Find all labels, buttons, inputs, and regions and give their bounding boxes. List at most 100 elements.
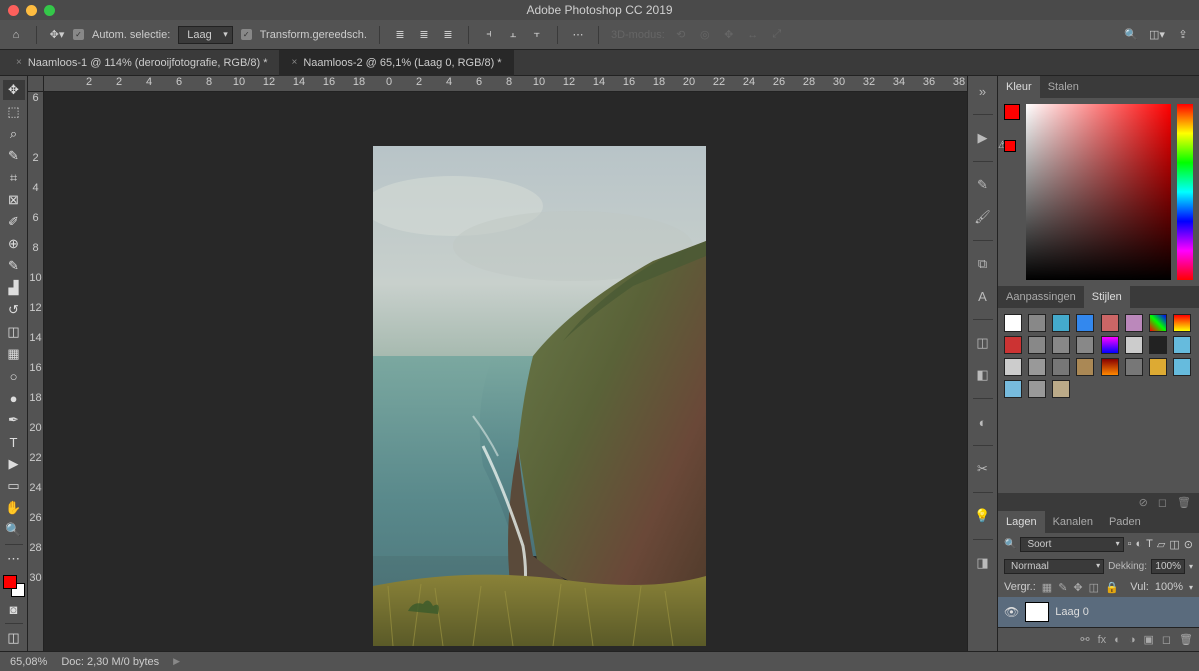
align-center-h-icon[interactable]: ≣ — [416, 27, 432, 43]
frame-tool[interactable]: ⊠ — [3, 190, 25, 210]
learn-icon[interactable]: ◧ — [974, 366, 992, 384]
document-canvas[interactable] — [373, 146, 706, 646]
opacity-input[interactable]: 100% — [1151, 559, 1185, 574]
search-icon[interactable]: 🔍 — [1123, 27, 1139, 43]
style-swatch[interactable] — [1125, 358, 1143, 376]
style-swatch[interactable] — [1173, 314, 1191, 332]
properties-icon[interactable]: ◐ — [974, 413, 992, 431]
lock-artboard-icon[interactable]: ◫ — [1089, 581, 1099, 594]
ruler-vertical[interactable]: 624681012141618202224262830 — [28, 92, 44, 651]
style-swatch[interactable] — [1004, 336, 1022, 354]
history-brush-tool[interactable]: ↺ — [3, 300, 25, 320]
blur-tool[interactable]: ○ — [3, 366, 25, 386]
style-swatch[interactable] — [1125, 314, 1143, 332]
crop-tool[interactable]: ⌗ — [3, 168, 25, 188]
home-icon[interactable]: ⌂ — [8, 27, 24, 43]
blend-mode-dropdown[interactable]: Normaal — [1004, 559, 1104, 574]
layer-name[interactable]: Laag 0 — [1055, 606, 1089, 618]
eraser-tool[interactable]: ◫ — [3, 322, 25, 342]
canvas-area[interactable]: 2246810121416180246810121416182022242628… — [28, 76, 967, 651]
lock-transparent-icon[interactable]: ▦ — [1042, 581, 1052, 594]
layer-row[interactable]: 👁 Laag 0 — [998, 597, 1199, 627]
align-right-icon[interactable]: ≣ — [440, 27, 456, 43]
clear-icon[interactable]: ⊘ — [1139, 496, 1148, 509]
clone-source-icon[interactable]: ⧉ — [974, 255, 992, 273]
visibility-icon[interactable]: 👁 — [1004, 605, 1019, 619]
lock-pixels-icon[interactable]: ✎ — [1058, 581, 1067, 594]
style-swatch[interactable] — [1052, 358, 1070, 376]
align-bottom-icon[interactable]: ⫟ — [529, 27, 545, 43]
style-swatch[interactable] — [1004, 358, 1022, 376]
filter-toggle-icon[interactable]: ⊙ — [1184, 538, 1193, 551]
path-select-tool[interactable]: ▶ — [3, 454, 25, 474]
style-swatch[interactable] — [1004, 380, 1022, 398]
tab-doc-2[interactable]: ×Naamloos-2 @ 65,1% (Laag 0, RGB/8) * — [279, 50, 513, 76]
brushes-icon[interactable]: 🖌 — [974, 208, 992, 226]
navigator-icon[interactable]: ◨ — [974, 554, 992, 572]
maximize-window[interactable] — [44, 5, 55, 16]
healing-tool[interactable]: ⊕ — [3, 234, 25, 254]
history-icon[interactable]: ▶ — [974, 129, 992, 147]
filter-pixel-icon[interactable]: ▫ — [1128, 538, 1132, 550]
fill-input[interactable]: 100% — [1155, 581, 1183, 593]
style-swatch[interactable] — [1101, 358, 1119, 376]
move-tool[interactable]: ✥ — [3, 80, 25, 100]
tab-kleur[interactable]: Kleur — [998, 76, 1040, 98]
layer-style-icon[interactable]: fx — [1098, 634, 1107, 646]
shape-tool[interactable]: ▭ — [3, 476, 25, 496]
tab-doc-1[interactable]: ×Naamloos-1 @ 114% (derooijfotografie, R… — [4, 50, 279, 76]
style-swatch[interactable] — [1052, 380, 1070, 398]
auto-select-dropdown[interactable]: Laag — [178, 26, 232, 44]
style-swatch[interactable] — [1149, 314, 1167, 332]
brush-settings-icon[interactable]: ✎ — [974, 176, 992, 194]
foreground-swatch[interactable] — [1004, 104, 1020, 120]
style-swatch[interactable] — [1028, 336, 1046, 354]
tab-stijlen[interactable]: Stijlen — [1084, 286, 1130, 308]
screen-mode-tool[interactable]: ◫ — [3, 628, 25, 648]
style-swatch[interactable] — [1173, 336, 1191, 354]
style-swatch[interactable] — [1173, 358, 1191, 376]
share-icon[interactable]: ⇪ — [1175, 27, 1191, 43]
delete-icon[interactable]: 🗑 — [1177, 496, 1191, 509]
stamp-tool[interactable]: ▟ — [3, 278, 25, 298]
gradient-tool[interactable]: ▦ — [3, 344, 25, 364]
tab-stalen[interactable]: Stalen — [1040, 76, 1087, 98]
filter-type-icon[interactable]: T — [1146, 538, 1153, 550]
expand-icon[interactable]: » — [974, 82, 992, 100]
color-swatches[interactable] — [3, 575, 25, 597]
style-swatch[interactable] — [1004, 314, 1022, 332]
lock-all-icon[interactable]: 🔒 — [1105, 581, 1119, 594]
close-icon[interactable]: × — [291, 57, 297, 68]
style-swatch[interactable] — [1149, 336, 1167, 354]
eyedropper-tool[interactable]: ✐ — [3, 212, 25, 232]
hue-slider[interactable] — [1177, 104, 1193, 280]
style-swatch[interactable] — [1076, 358, 1094, 376]
edit-toolbar[interactable]: ⋯ — [3, 549, 25, 569]
tab-kanalen[interactable]: Kanalen — [1045, 511, 1101, 533]
lasso-tool[interactable]: ⌕ — [3, 124, 25, 144]
style-swatch[interactable] — [1028, 380, 1046, 398]
pen-tool[interactable]: ✒ — [3, 410, 25, 430]
zoom-level[interactable]: 65,08% — [10, 656, 47, 668]
quick-mask-tool[interactable]: ◙ — [3, 599, 25, 619]
more-icon[interactable]: ⋯ — [570, 27, 586, 43]
style-swatch[interactable] — [1076, 336, 1094, 354]
close-window[interactable] — [8, 5, 19, 16]
style-swatch[interactable] — [1076, 314, 1094, 332]
tab-paden[interactable]: Paden — [1101, 511, 1149, 533]
group-icon[interactable]: ▣ — [1143, 633, 1153, 646]
style-swatch[interactable] — [1101, 314, 1119, 332]
layer-filter-dropdown[interactable]: Soort — [1020, 537, 1123, 552]
align-center-v-icon[interactable]: ⫠ — [505, 27, 521, 43]
type-tool[interactable]: T — [3, 432, 25, 452]
style-swatch[interactable] — [1125, 336, 1143, 354]
minimize-window[interactable] — [26, 5, 37, 16]
hand-tool[interactable]: ✋ — [3, 498, 25, 518]
style-swatch[interactable] — [1052, 336, 1070, 354]
auto-select-checkbox[interactable]: ✓ — [73, 29, 84, 40]
info-icon[interactable]: 💡 — [974, 507, 992, 525]
brush-tool[interactable]: ✎ — [3, 256, 25, 276]
actions-icon[interactable]: ✂ — [974, 460, 992, 478]
close-icon[interactable]: × — [16, 57, 22, 68]
align-left-icon[interactable]: ≣ — [392, 27, 408, 43]
